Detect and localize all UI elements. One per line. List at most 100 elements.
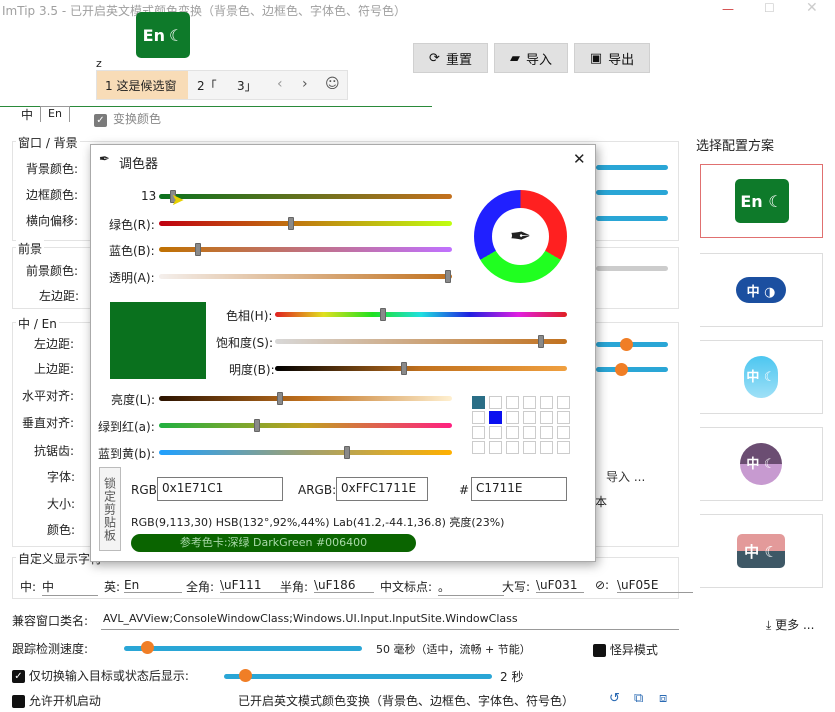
rgb-input[interactable]: 0x1E71C1 xyxy=(157,477,283,501)
green-red-slider[interactable] xyxy=(159,419,452,432)
green-red-knob[interactable] xyxy=(254,419,260,432)
recent-color-cell[interactable] xyxy=(506,396,519,409)
recent-color-cell[interactable] xyxy=(489,441,502,454)
transform-color-checkbox[interactable]: ✓ 变换颜色 xyxy=(94,110,161,127)
blue-yellow-knob[interactable] xyxy=(344,446,350,459)
recent-color-cell[interactable] xyxy=(506,426,519,439)
close-window-button[interactable]: ✕ xyxy=(806,0,818,16)
eyedropper-tool-icon[interactable]: ✒ xyxy=(492,208,549,265)
custom-char-input[interactable]: \uF05E xyxy=(617,578,693,593)
recent-color-cell[interactable] xyxy=(540,441,553,454)
paste-icon[interactable]: ⧈ xyxy=(659,691,667,706)
export-button[interactable]: ▣ 导出 xyxy=(574,43,650,73)
argb-input[interactable]: 0xFFC1711E xyxy=(336,477,428,501)
blue-yellow-slider[interactable] xyxy=(159,446,452,459)
recent-color-cell[interactable] xyxy=(472,411,485,424)
undo-icon[interactable]: ↺ xyxy=(609,691,620,706)
recent-color-cell[interactable] xyxy=(540,396,553,409)
green-slider[interactable] xyxy=(159,217,452,230)
border-color-slider[interactable] xyxy=(596,190,668,195)
scheme-card-1[interactable]: En ☾ xyxy=(700,164,823,238)
scheme-card-2[interactable]: 中 ◑ xyxy=(700,253,823,327)
bg-color-slider[interactable] xyxy=(596,165,668,170)
recent-color-cell[interactable] xyxy=(557,426,570,439)
custom-char-input[interactable]: 中 xyxy=(42,578,98,596)
copy-icon[interactable]: ⧉ xyxy=(634,691,643,706)
scheme-card-5[interactable]: 中 ☾ xyxy=(700,514,823,588)
recent-color-cell[interactable] xyxy=(557,441,570,454)
recent-color-cell[interactable] xyxy=(472,396,485,409)
candidate-2[interactable]: 2「 xyxy=(197,77,217,94)
brightness-knob[interactable] xyxy=(401,362,407,375)
dialog-close-icon[interactable]: ✕ xyxy=(573,150,586,168)
prev-page-icon[interactable]: ‹ xyxy=(277,76,283,92)
color-wheel[interactable]: ✒ xyxy=(474,190,567,283)
top-margin-knob[interactable] xyxy=(615,363,628,376)
more-button[interactable]: ⤓ 更多 ... xyxy=(766,616,814,633)
scheme-card-4[interactable]: 中 ☾ xyxy=(700,427,823,501)
recent-color-cell[interactable] xyxy=(489,396,502,409)
h-offset-slider[interactable] xyxy=(596,216,668,221)
hex-input[interactable]: C1711E xyxy=(471,477,567,501)
recent-color-cell[interactable] xyxy=(523,396,536,409)
reference-color-card[interactable]: 参考色卡:深绿 DarkGreen #006400 xyxy=(131,534,416,552)
alpha-slider[interactable] xyxy=(159,270,452,283)
custom-char-input[interactable]: \uF111 xyxy=(220,578,288,593)
track-speed-slider[interactable] xyxy=(124,646,362,651)
alpha-knob[interactable] xyxy=(445,270,451,283)
recent-color-cell[interactable] xyxy=(506,411,519,424)
recent-color-cell[interactable] xyxy=(472,426,485,439)
luminance-slider[interactable] xyxy=(159,392,452,405)
track-speed-knob[interactable] xyxy=(141,641,154,654)
tab-zh[interactable]: 中 xyxy=(14,106,40,123)
recent-color-cell[interactable] xyxy=(523,441,536,454)
recent-color-cell[interactable] xyxy=(557,396,570,409)
recent-color-cell[interactable] xyxy=(540,411,553,424)
green-knob[interactable] xyxy=(288,217,294,230)
left-margin-knob[interactable] xyxy=(620,338,633,351)
import-button[interactable]: ▰ 导入 xyxy=(494,43,568,73)
recent-color-cell[interactable] xyxy=(472,441,485,454)
fg-color-slider[interactable] xyxy=(596,266,668,271)
switch-duration-slider[interactable] xyxy=(224,674,492,679)
top-margin-slider[interactable] xyxy=(596,367,668,372)
minimize-button[interactable]: — xyxy=(722,2,734,16)
brightness-slider[interactable] xyxy=(275,362,567,375)
custom-char-input[interactable]: \uF186 xyxy=(314,578,374,593)
recent-color-cell[interactable] xyxy=(489,426,502,439)
recent-color-cell[interactable] xyxy=(557,411,570,424)
luminance-knob[interactable] xyxy=(277,392,283,405)
hue-slider[interactable] xyxy=(275,308,567,321)
autostart-checkbox[interactable]: 允许开机启动 xyxy=(12,692,101,709)
custom-char-input[interactable]: \uF031 xyxy=(536,578,584,593)
import-more-link[interactable]: 导入 ... xyxy=(606,468,645,485)
blue-knob[interactable] xyxy=(195,243,201,256)
hue-knob[interactable] xyxy=(380,308,386,321)
recent-color-cell[interactable] xyxy=(523,411,536,424)
next-page-icon[interactable]: › xyxy=(302,76,308,92)
candidate-3[interactable]: 3」 xyxy=(237,77,257,94)
more-label: 更多 ... xyxy=(775,618,815,632)
recent-color-cell[interactable] xyxy=(489,411,502,424)
compat-input[interactable]: AVL_AVView;ConsoleWindowClass;Windows.UI… xyxy=(101,610,679,630)
saturation-knob[interactable] xyxy=(538,335,544,348)
emoji-icon[interactable]: ☺ xyxy=(325,76,340,92)
saturation-slider[interactable] xyxy=(275,335,567,348)
custom-char-input[interactable]: 。 xyxy=(438,578,504,596)
recent-color-cell[interactable] xyxy=(506,441,519,454)
recent-color-cell[interactable] xyxy=(540,426,553,439)
switch-display-checkbox[interactable]: ✓ 仅切换输入目标或状态后显示: xyxy=(12,667,189,684)
autostart-label: 允许开机启动 xyxy=(28,694,101,708)
blue-slider[interactable] xyxy=(159,243,452,256)
red-slider[interactable] xyxy=(159,190,452,203)
maximize-button[interactable]: ☐ xyxy=(764,1,775,15)
tab-en[interactable]: En xyxy=(40,106,70,122)
scheme-card-3[interactable]: 中 ☾ xyxy=(700,340,823,414)
lock-clipboard-button[interactable]: 锁定剪贴板 xyxy=(99,467,121,551)
reset-button[interactable]: ⟳ 重置 xyxy=(413,43,488,73)
candidate-selected[interactable]: 1 这是候选窗 xyxy=(97,71,188,99)
switch-duration-knob[interactable] xyxy=(239,669,252,682)
weird-mode-checkbox[interactable]: 怪异模式 xyxy=(593,641,658,658)
recent-color-cell[interactable] xyxy=(523,426,536,439)
custom-char-input[interactable]: En xyxy=(124,578,182,593)
